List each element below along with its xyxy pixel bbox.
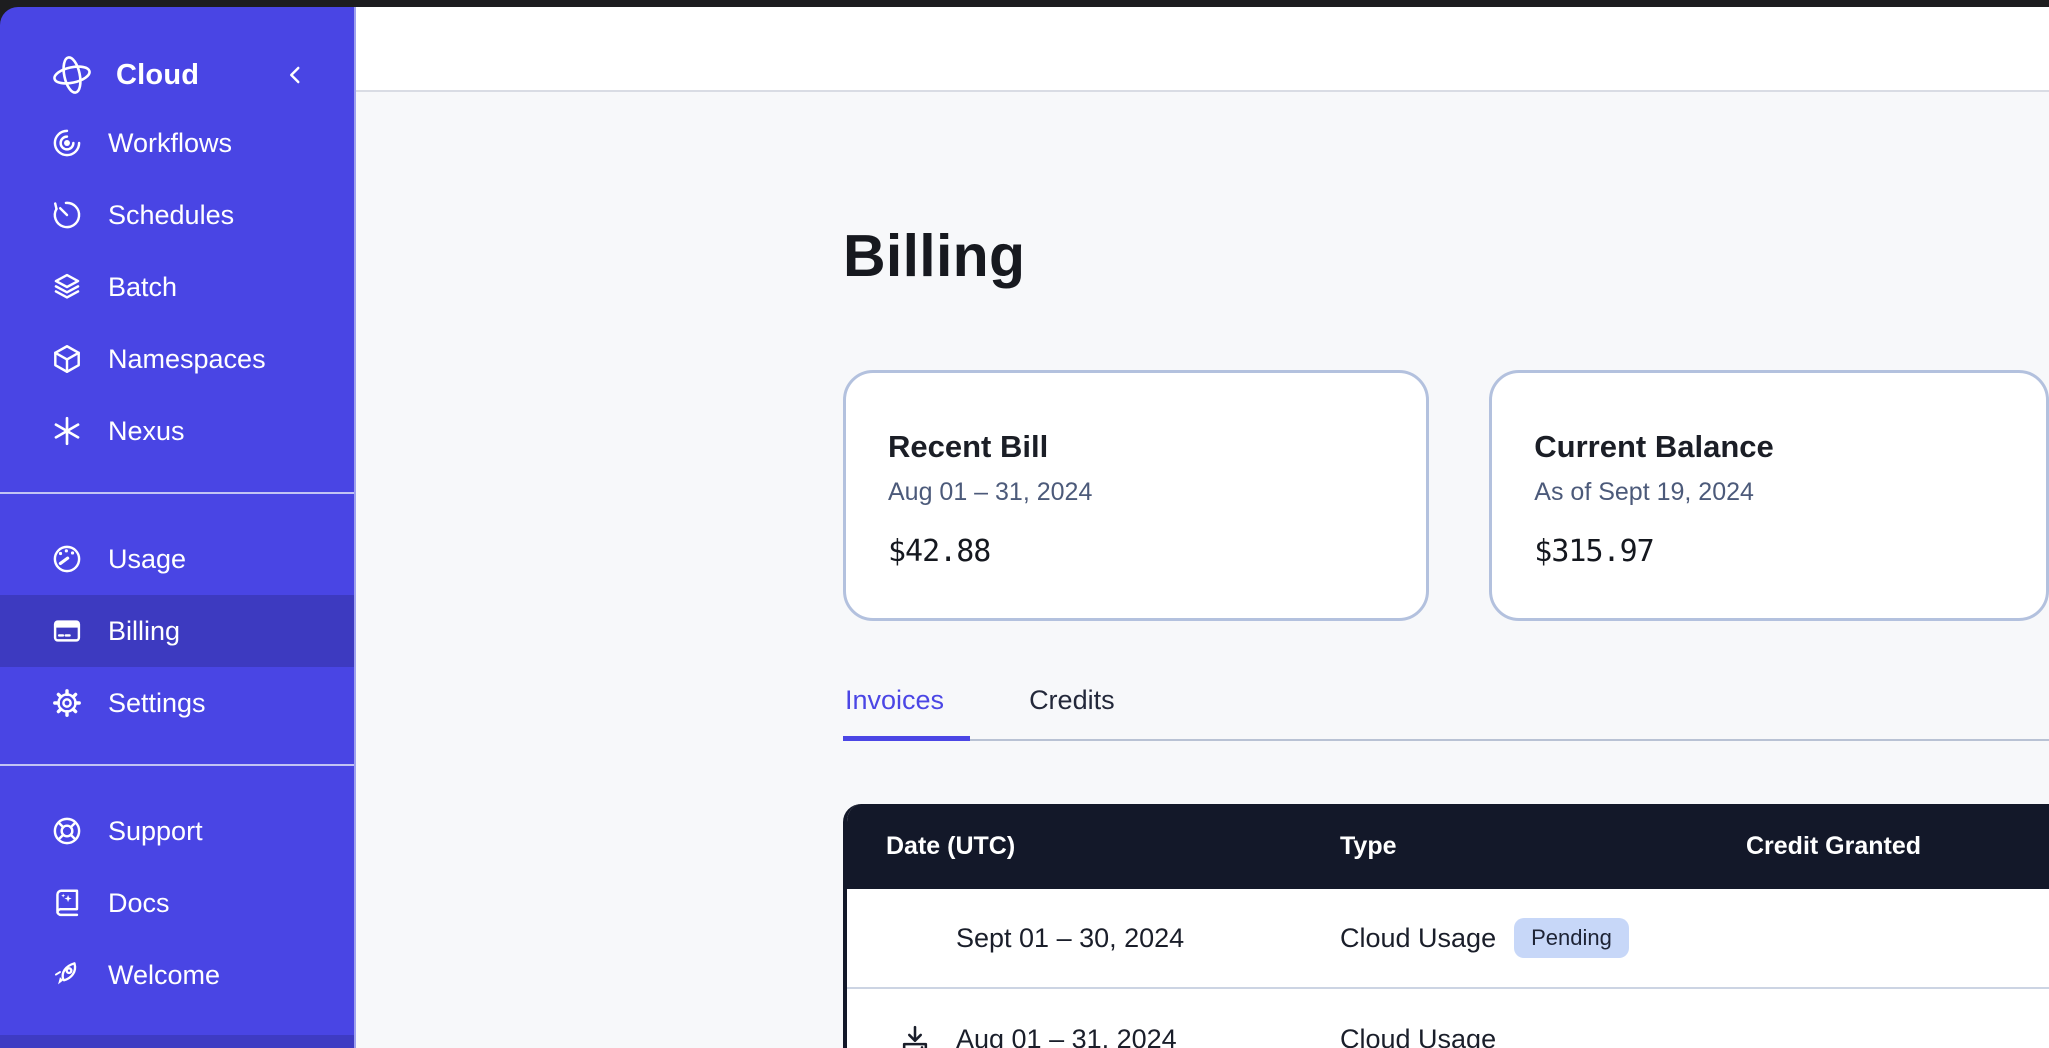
- tab-credits[interactable]: Credits: [1027, 685, 1117, 741]
- card-title: Recent Bill: [888, 429, 1426, 465]
- sidebar-item-label: Billing: [108, 616, 180, 647]
- sidebar: Cloud Workflows: [0, 7, 356, 1048]
- sidebar-item-nexus[interactable]: Nexus: [0, 395, 354, 467]
- column-header-type: Type: [1297, 832, 1703, 861]
- sidebar-item-label: Batch: [108, 272, 177, 303]
- billing-icon: [50, 614, 84, 648]
- app-window: Cloud Workflows: [0, 7, 2049, 1048]
- brand-label: Cloud: [116, 59, 199, 92]
- invoices-table: Date (UTC) Type Credit Granted Sept 01 –…: [843, 804, 2049, 1048]
- billing-page-content: Billing Recent Bill Aug 01 – 31, 2024 $4…: [356, 92, 2049, 1048]
- settings-icon: [50, 686, 84, 720]
- card-amount: $42.88: [888, 534, 1426, 569]
- card-date-range: Aug 01 – 31, 2024: [888, 478, 1426, 507]
- sidebar-item-label: Workflows: [108, 128, 232, 159]
- sidebar-item-label: Nexus: [108, 416, 185, 447]
- sidebar-item-workflows[interactable]: Workflows: [0, 107, 354, 179]
- usage-icon: [50, 542, 84, 576]
- sidebar-brand-row[interactable]: Cloud: [0, 43, 354, 107]
- invoice-date-cell: Aug 01 – 31, 2024: [847, 1022, 1297, 1048]
- recent-bill-card: Recent Bill Aug 01 – 31, 2024 $42.88: [843, 370, 1429, 621]
- sidebar-divider: [0, 492, 354, 494]
- schedules-icon: [50, 198, 84, 232]
- sidebar-item-support[interactable]: Support: [0, 795, 354, 867]
- sidebar-item-label: Settings: [108, 688, 206, 719]
- nexus-icon: [50, 414, 84, 448]
- support-icon: [50, 814, 84, 848]
- status-badge: Pending: [1514, 918, 1629, 958]
- temporal-logo-icon: [50, 53, 94, 97]
- workflows-icon: [50, 126, 84, 160]
- invoice-type-cell: Cloud Usage Pending: [1297, 918, 1703, 958]
- sidebar-item-batch[interactable]: Batch: [0, 251, 354, 323]
- sidebar-item-label: Namespaces: [108, 344, 266, 375]
- card-as-of-date: As of Sept 19, 2024: [1534, 478, 2046, 507]
- download-icon: [898, 1022, 932, 1048]
- invoice-type: Cloud Usage: [1340, 1024, 1496, 1048]
- card-title: Current Balance: [1534, 429, 2046, 465]
- sidebar-bottom-strip: [0, 1035, 354, 1048]
- sidebar-divider: [0, 764, 354, 766]
- sidebar-item-docs[interactable]: Docs: [0, 867, 354, 939]
- current-balance-card: Current Balance As of Sept 19, 2024 $315…: [1489, 370, 2049, 621]
- table-row: Aug 01 – 31, 2024 Cloud Usage: [847, 989, 2049, 1048]
- batch-icon: [50, 270, 84, 304]
- table-row: Sept 01 – 30, 2024 Cloud Usage Pending: [847, 889, 2049, 989]
- download-invoice-button[interactable]: [898, 1022, 956, 1048]
- sidebar-item-welcome[interactable]: Welcome: [0, 939, 354, 1011]
- page-title: Billing: [843, 222, 2049, 290]
- sidebar-item-schedules[interactable]: Schedules: [0, 179, 354, 251]
- column-header-credit-granted: Credit Granted: [1703, 832, 2049, 861]
- namespaces-icon: [50, 342, 84, 376]
- invoice-type-cell: Cloud Usage: [1297, 1024, 1703, 1048]
- invoice-date: Aug 01 – 31, 2024: [956, 1024, 1177, 1048]
- sidebar-item-label: Schedules: [108, 200, 234, 231]
- welcome-icon: [50, 958, 84, 992]
- summary-cards-row: Recent Bill Aug 01 – 31, 2024 $42.88 Cur…: [843, 370, 2049, 621]
- docs-icon: [50, 886, 84, 920]
- top-navigation-bar: [356, 7, 2049, 92]
- sidebar-collapse-button[interactable]: [280, 60, 310, 90]
- invoice-date-cell: Sept 01 – 30, 2024: [847, 923, 1297, 954]
- sidebar-item-settings[interactable]: Settings: [0, 667, 354, 739]
- sidebar-item-billing[interactable]: Billing: [0, 595, 354, 667]
- card-amount: $315.97: [1534, 534, 2046, 569]
- sidebar-item-label: Docs: [108, 888, 170, 919]
- invoice-date: Sept 01 – 30, 2024: [956, 923, 1184, 954]
- sidebar-item-label: Support: [108, 816, 203, 847]
- column-header-date: Date (UTC): [847, 832, 1297, 861]
- table-header-row: Date (UTC) Type Credit Granted: [847, 804, 2049, 889]
- tab-invoices[interactable]: Invoices: [843, 685, 970, 741]
- main-area: Billing Recent Bill Aug 01 – 31, 2024 $4…: [356, 7, 2049, 1048]
- sidebar-item-label: Usage: [108, 544, 186, 575]
- invoice-type: Cloud Usage: [1340, 923, 1496, 954]
- chevron-left-icon: [280, 60, 310, 90]
- billing-tabs: Invoices Credits: [843, 685, 2049, 741]
- sidebar-item-usage[interactable]: Usage: [0, 523, 354, 595]
- sidebar-item-label: Welcome: [108, 960, 220, 991]
- sidebar-item-namespaces[interactable]: Namespaces: [0, 323, 354, 395]
